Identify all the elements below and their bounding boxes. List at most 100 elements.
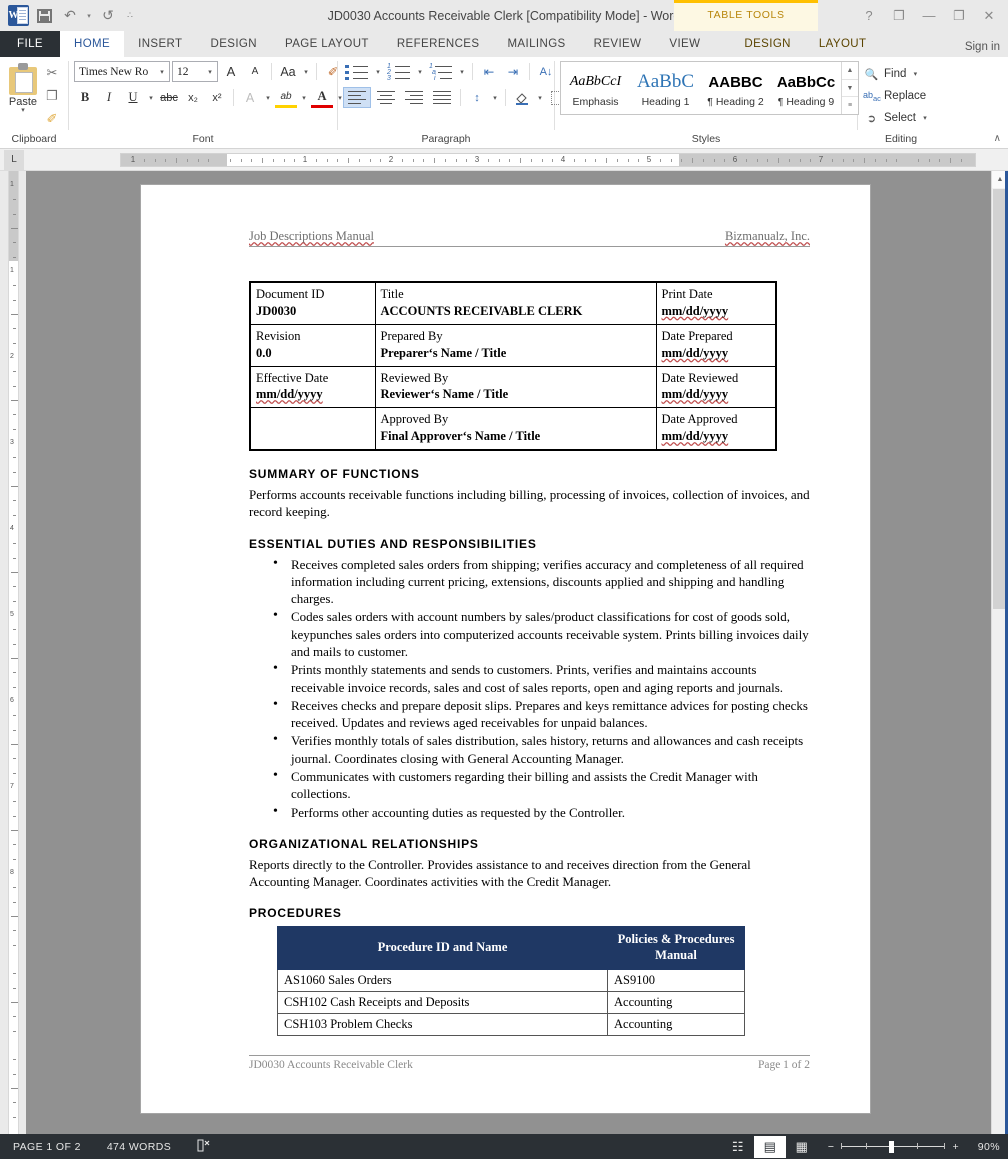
paste-dropdown-icon[interactable]: ▾ xyxy=(21,107,25,114)
paste-button[interactable]: Paste ▾ xyxy=(5,61,41,114)
underline-caret-icon[interactable]: ▾ xyxy=(146,94,156,102)
line-spacing-caret-icon[interactable]: ▾ xyxy=(490,94,500,102)
tab-insert[interactable]: INSERT xyxy=(124,31,196,57)
table-row[interactable]: Document ID JD0030 Title ACCOUNTS RECEIV… xyxy=(249,281,777,325)
cell-procedure-name[interactable]: CSH102 Cash Receipts and Deposits xyxy=(277,990,608,1014)
styles-scroll-up-icon[interactable]: ▲ xyxy=(842,62,858,80)
duties-list[interactable]: Receives completed sales orders from shi… xyxy=(269,555,810,822)
cell-empty[interactable] xyxy=(249,407,376,451)
sign-in-link[interactable]: Sign in xyxy=(965,41,1000,53)
tab-table-layout[interactable]: LAYOUT xyxy=(805,31,881,57)
shrink-font-icon[interactable]: A xyxy=(244,61,266,82)
tab-references[interactable]: REFERENCES xyxy=(383,31,494,57)
cell-manual[interactable]: Accounting xyxy=(607,990,745,1014)
tab-home[interactable]: HOME xyxy=(60,31,125,57)
help-button[interactable]: ? xyxy=(854,3,884,29)
select-button[interactable]: ➲ Select ▾ xyxy=(863,107,930,129)
highlight-caret-icon[interactable]: ▾ xyxy=(299,94,309,102)
superscript-button[interactable]: x² xyxy=(206,87,228,108)
line-spacing-icon[interactable]: ↕ xyxy=(466,87,488,108)
cell-prepared-by[interactable]: Prepared By Preparer‘s Name / Title xyxy=(374,323,657,367)
table-row[interactable]: AS1060 Sales Orders AS9100 xyxy=(277,968,745,992)
zoom-in-button[interactable]: + xyxy=(952,1141,959,1153)
text-highlight-color-icon[interactable]: ab xyxy=(275,87,297,108)
styles-gallery-scrollbar[interactable]: ▲ ▼ ≡ xyxy=(841,62,858,114)
cell-date-reviewed[interactable]: Date Reviewed mm/dd/yyyy xyxy=(655,365,777,409)
cell-document-id[interactable]: Document ID JD0030 xyxy=(249,281,376,325)
table-row[interactable]: Approved By Final Approver‘s Name / Titl… xyxy=(249,407,777,451)
zoom-out-button[interactable]: − xyxy=(828,1141,835,1153)
close-button[interactable]: ✕ xyxy=(974,3,1004,29)
multilevel-list-icon[interactable]: 1ai xyxy=(427,61,455,82)
zoom-level[interactable]: 90% xyxy=(966,1141,1000,1153)
zoom-slider[interactable] xyxy=(841,1140,946,1153)
tab-table-design[interactable]: DESIGN xyxy=(730,31,805,57)
justify-button[interactable] xyxy=(429,87,455,108)
sort-icon[interactable]: A↓ xyxy=(535,61,557,82)
tab-stop-selector[interactable]: L xyxy=(4,149,24,170)
cell-print-date[interactable]: Print Date mm/dd/yyyy xyxy=(655,281,777,325)
cell-effective-date[interactable]: Effective Date mm/dd/yyyy xyxy=(249,365,376,409)
table-row[interactable]: CSH102 Cash Receipts and Deposits Accoun… xyxy=(277,990,745,1014)
bullets-caret-icon[interactable]: ▾ xyxy=(373,68,383,76)
style-item-heading-2[interactable]: AABBC ¶ Heading 2 xyxy=(701,62,771,114)
redo-button[interactable]: ↺ xyxy=(96,4,120,28)
tab-mailings[interactable]: MAILINGS xyxy=(493,31,579,57)
table-row[interactable]: CSH103 Problem Checks Accounting xyxy=(277,1012,745,1036)
cell-procedure-name[interactable]: AS1060 Sales Orders xyxy=(277,968,608,992)
table-row[interactable]: Effective Date mm/dd/yyyy Reviewed By Re… xyxy=(249,365,777,409)
cell-reviewed-by[interactable]: Reviewed By Reviewer‘s Name / Title xyxy=(374,365,657,409)
bullets-icon[interactable] xyxy=(343,61,371,82)
strikethrough-button[interactable]: abc xyxy=(158,87,180,108)
minimize-button[interactable]: — xyxy=(914,3,944,29)
collapse-ribbon-button[interactable]: ∧ xyxy=(994,133,1001,144)
grow-font-icon[interactable]: A xyxy=(220,61,242,82)
shading-icon[interactable] xyxy=(511,87,533,108)
read-mode-view-button[interactable]: ☷ xyxy=(722,1136,754,1158)
multilevel-caret-icon[interactable]: ▾ xyxy=(457,68,467,76)
select-caret-icon[interactable]: ▾ xyxy=(920,114,930,122)
styles-scroll-down-icon[interactable]: ▼ xyxy=(842,80,858,98)
list-item[interactable]: Performs other accounting duties as requ… xyxy=(269,802,810,821)
tab-view[interactable]: VIEW xyxy=(655,31,714,57)
styles-gallery[interactable]: AaBbCcI Emphasis AaBbC Heading 1 AABBC ¶… xyxy=(560,61,859,115)
maximize-button[interactable]: ❐ xyxy=(944,3,974,29)
cell-procedure-name[interactable]: CSH103 Problem Checks xyxy=(277,1012,608,1036)
shading-caret-icon[interactable]: ▾ xyxy=(535,94,545,102)
ribbon-display-options-button[interactable]: ❐ xyxy=(884,3,914,29)
change-case-caret-icon[interactable]: ▾ xyxy=(301,68,311,76)
summary-text[interactable]: Performs accounts receivable functions i… xyxy=(249,486,810,521)
list-item[interactable]: Receives checks and prepare deposit slip… xyxy=(269,696,810,732)
proofing-status-icon[interactable] xyxy=(184,1139,224,1155)
italic-button[interactable]: I xyxy=(98,87,120,108)
organizational-relationships-text[interactable]: Reports directly to the Controller. Prov… xyxy=(249,856,810,891)
table-row[interactable]: Revision 0.0 Prepared By Preparer‘s Name… xyxy=(249,323,777,367)
page-indicator[interactable]: PAGE 1 OF 2 xyxy=(0,1141,94,1153)
procedures-table[interactable]: Procedure ID and Name Policies & Procedu… xyxy=(277,926,745,1036)
cell-date-prepared[interactable]: Date Prepared mm/dd/yyyy xyxy=(655,323,777,367)
customize-qat-button[interactable]: ∴ xyxy=(122,4,138,28)
tab-review[interactable]: REVIEW xyxy=(580,31,656,57)
style-item-heading-9[interactable]: AaBbCc ¶ Heading 9 xyxy=(771,62,841,114)
list-item[interactable]: Receives completed sales orders from shi… xyxy=(269,555,810,608)
numbering-icon[interactable]: 123 xyxy=(385,61,413,82)
copy-icon[interactable]: ❐ xyxy=(41,86,63,106)
document-info-table[interactable]: Document ID JD0030 Title ACCOUNTS RECEIV… xyxy=(249,281,777,451)
underline-button[interactable]: U xyxy=(122,87,144,108)
font-size-combobox[interactable]: 12 ▾ xyxy=(172,61,218,82)
decrease-indent-icon[interactable]: ⇤ xyxy=(478,61,500,82)
cell-revision[interactable]: Revision 0.0 xyxy=(249,323,376,367)
document-page[interactable]: Job Descriptions Manual Bizmanualz, Inc.… xyxy=(140,184,871,1114)
tab-file[interactable]: FILE xyxy=(0,31,60,57)
list-item[interactable]: Codes sales orders with account numbers … xyxy=(269,607,810,660)
tab-page-layout[interactable]: PAGE LAYOUT xyxy=(271,31,383,57)
horizontal-ruler[interactable]: L 1 1 2 3 4 5 6 7 xyxy=(0,149,1008,171)
word-count[interactable]: 474 WORDS xyxy=(94,1141,184,1153)
replace-button[interactable]: abac Replace xyxy=(863,85,926,107)
find-caret-icon[interactable]: ▾ xyxy=(910,70,920,78)
align-right-button[interactable] xyxy=(401,87,427,108)
font-name-combobox[interactable]: Times New Ro ▾ xyxy=(74,61,170,82)
numbering-caret-icon[interactable]: ▾ xyxy=(415,68,425,76)
cell-title[interactable]: Title ACCOUNTS RECEIVABLE CLERK xyxy=(374,281,657,325)
cell-manual[interactable]: Accounting xyxy=(607,1012,745,1036)
